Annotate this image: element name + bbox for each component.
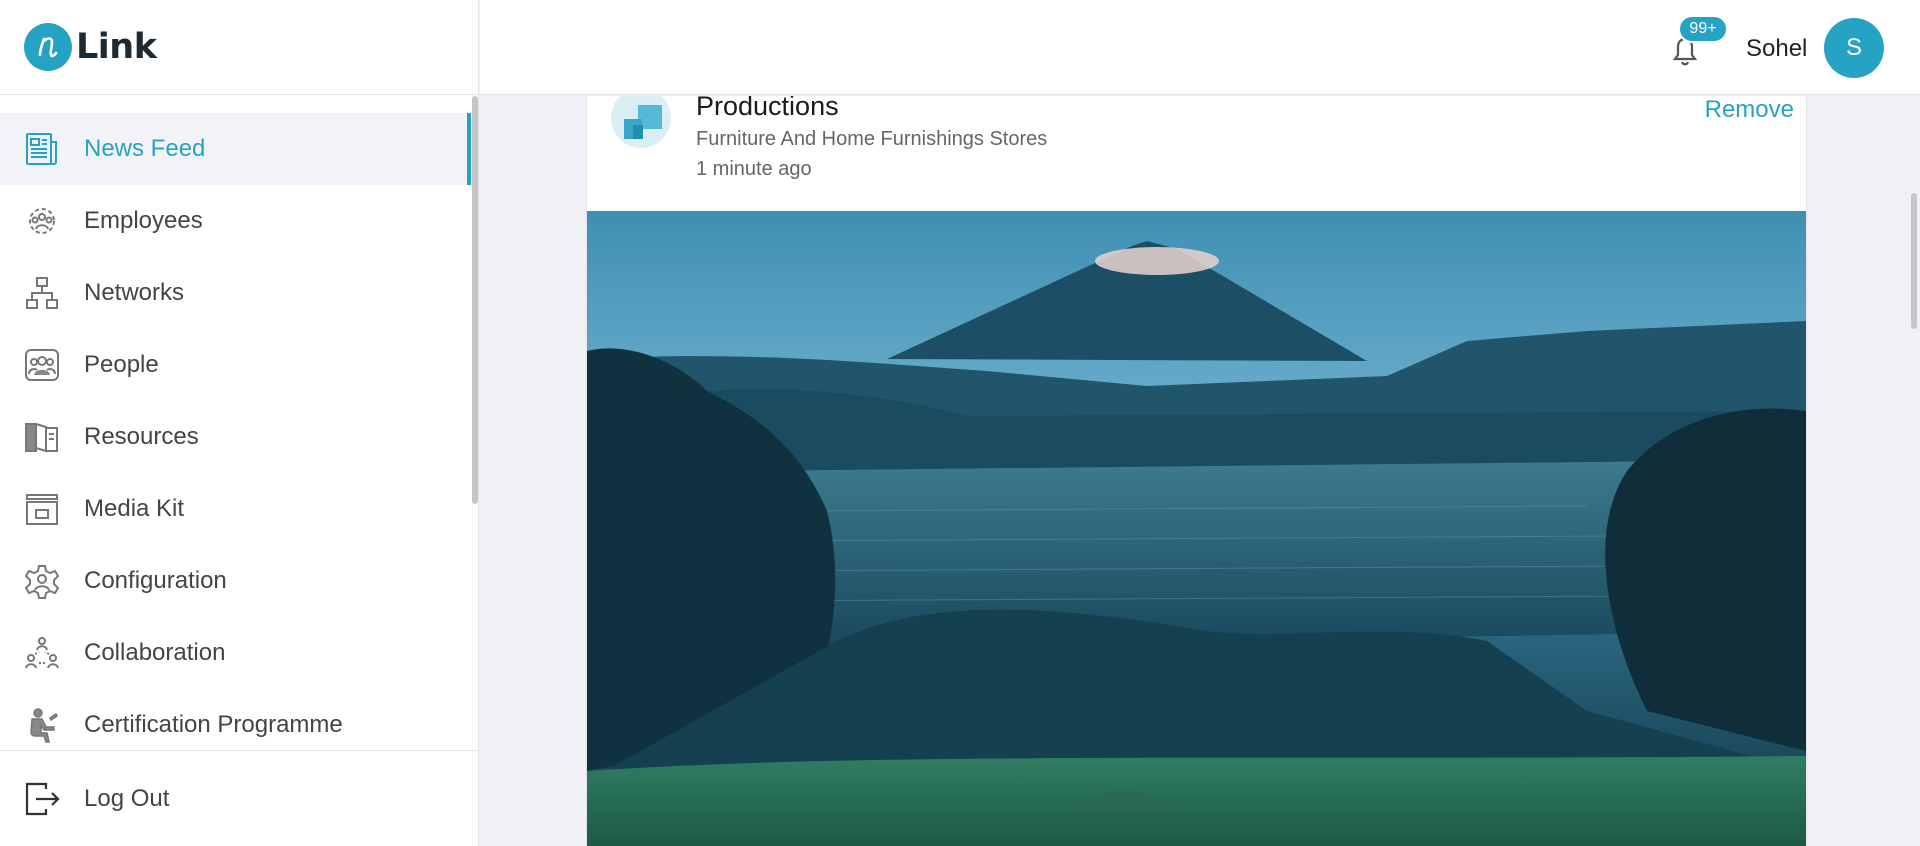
- sidebar-item-media-kit[interactable]: Media Kit: [0, 473, 471, 545]
- logo-text: Link: [76, 27, 157, 67]
- newspaper-icon: [24, 131, 60, 167]
- logo[interactable]: Link: [0, 0, 478, 95]
- main-scrollbar[interactable]: [1911, 193, 1917, 329]
- sidebar-item-label: Collaboration: [84, 639, 226, 666]
- sidebar-item-label: Resources: [84, 423, 199, 450]
- media-kit-icon: [24, 491, 60, 527]
- notification-badge: 99+: [1678, 15, 1728, 43]
- collaboration-icon: [24, 635, 60, 671]
- user-name[interactable]: Sohel: [1746, 35, 1807, 63]
- sidebar-nav: News Feed Employees Networks People Reso…: [0, 113, 471, 761]
- organization-logo[interactable]: [611, 96, 671, 148]
- sidebar-item-label: Configuration: [84, 567, 227, 594]
- sidebar-item-networks[interactable]: Networks: [0, 257, 471, 329]
- sidebar-item-people[interactable]: People: [0, 329, 471, 401]
- certification-icon: [24, 707, 60, 743]
- post-image[interactable]: [587, 211, 1806, 846]
- gear-icon: [24, 563, 60, 599]
- organization-name[interactable]: Productions: [696, 96, 839, 122]
- sidebar-item-employees[interactable]: Employees: [0, 185, 471, 257]
- sidebar-item-news-feed[interactable]: News Feed: [0, 113, 471, 185]
- logout-label: Log Out: [84, 784, 170, 812]
- employees-gear-icon: [24, 203, 60, 239]
- book-icon: [24, 419, 60, 455]
- network-icon: [24, 275, 60, 311]
- sidebar-item-label: Networks: [84, 279, 185, 306]
- organization-category: Furniture And Home Furnishings Stores: [696, 128, 1048, 150]
- sidebar-scrollbar[interactable]: [472, 96, 478, 504]
- logo-mark-icon: [24, 23, 72, 71]
- sidebar-item-configuration[interactable]: Configuration: [0, 545, 471, 617]
- sidebar-item-label: News Feed: [84, 135, 206, 162]
- sidebar: Link News Feed Employees Networks People…: [0, 0, 479, 846]
- post-timestamp: 1 minute ago: [696, 158, 812, 180]
- avatar[interactable]: S: [1824, 18, 1884, 78]
- sidebar-item-resources[interactable]: Resources: [0, 401, 471, 473]
- sidebar-item-label: Media Kit: [84, 495, 185, 522]
- people-icon: [24, 347, 60, 383]
- post-card: Productions Furniture And Home Furnishin…: [586, 96, 1807, 846]
- logout-button[interactable]: Log Out: [0, 750, 479, 846]
- sidebar-item-collaboration[interactable]: Collaboration: [0, 617, 471, 689]
- logout-icon: [24, 781, 60, 817]
- remove-button[interactable]: Remove: [1705, 96, 1794, 124]
- sidebar-item-label: Certification Programme: [84, 711, 343, 738]
- sidebar-item-label: People: [84, 351, 159, 378]
- sidebar-item-label: Employees: [84, 207, 203, 234]
- top-bar: 99+ Sohel S: [480, 0, 1920, 95]
